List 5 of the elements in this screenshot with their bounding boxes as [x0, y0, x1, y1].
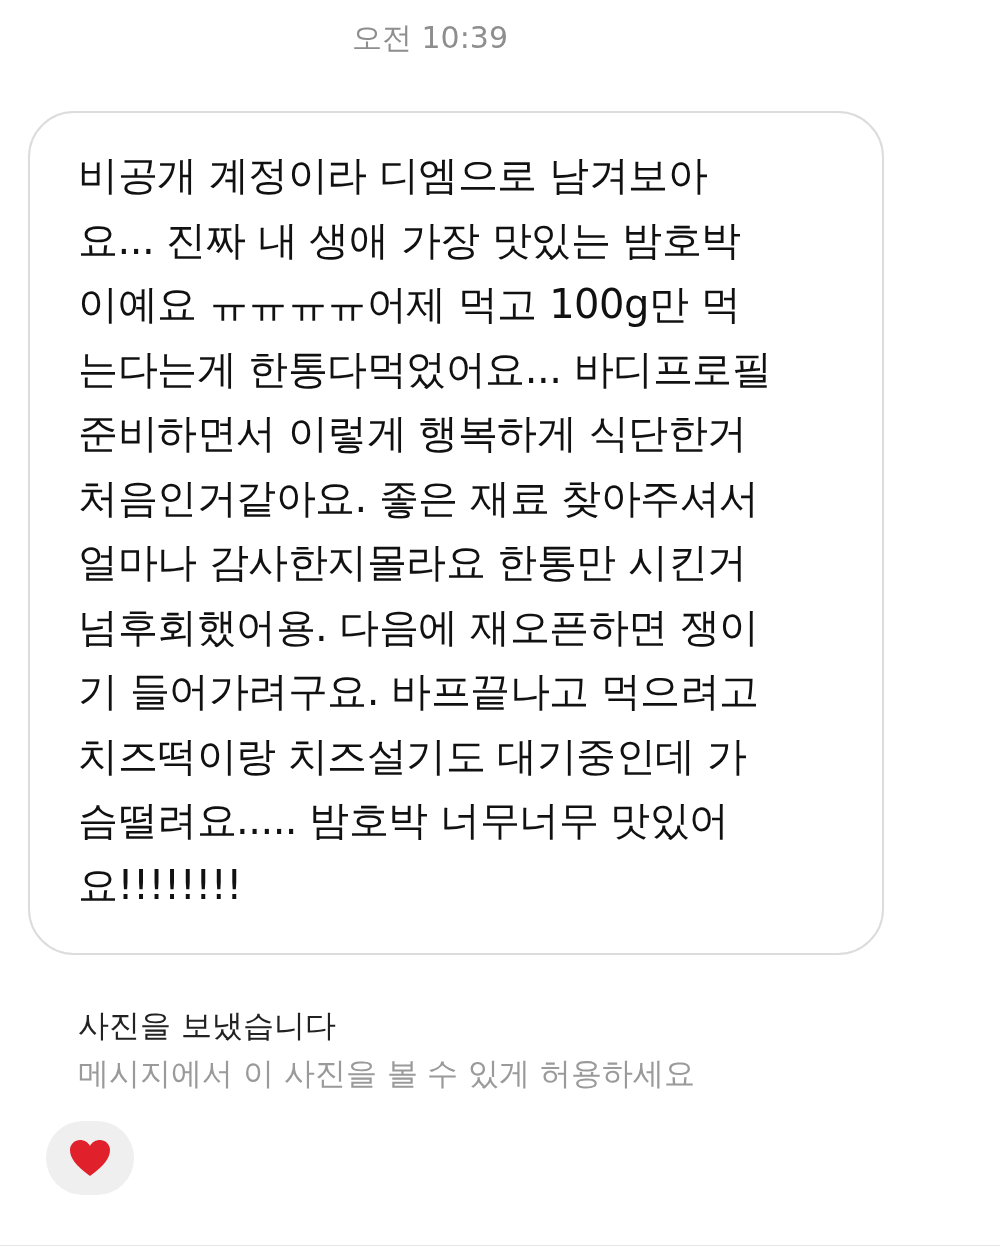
heart-icon: [68, 1138, 112, 1178]
timestamp: 오전 10:39: [352, 19, 508, 57]
message-text: 비공개 계정이라 디엠으로 남겨보아 요... 진짜 내 생애 가장 맛있는 밤호박 이예요 ㅠㅠㅠㅠ어제 먹고 100g만 먹 는다는게 한통다먹었어요... 바디프로필 준비하면서 이렇게 행복하게 식단한거 처음인거같아요. 좋은 재료 찾아주셔서 얼마나 감사한지몰라요 한통만 시킨거 넘후회했어용. 다음에 재오픈하면 쟁이 기 들어가려구요. 바프끝나고 먹으려고 치즈떡이랑 치즈설기도 대기중인데 가 슴떨려요..... 밤호박 너무너무 맛있어 요!!!!!!!!: [78, 151, 773, 910]
photo-permission-text: 메시지에서 이 사진을 볼 수 있게 허용하세요: [78, 1054, 697, 1093]
photo-sent-text: 사진을 보냈습니다: [78, 1006, 337, 1045]
